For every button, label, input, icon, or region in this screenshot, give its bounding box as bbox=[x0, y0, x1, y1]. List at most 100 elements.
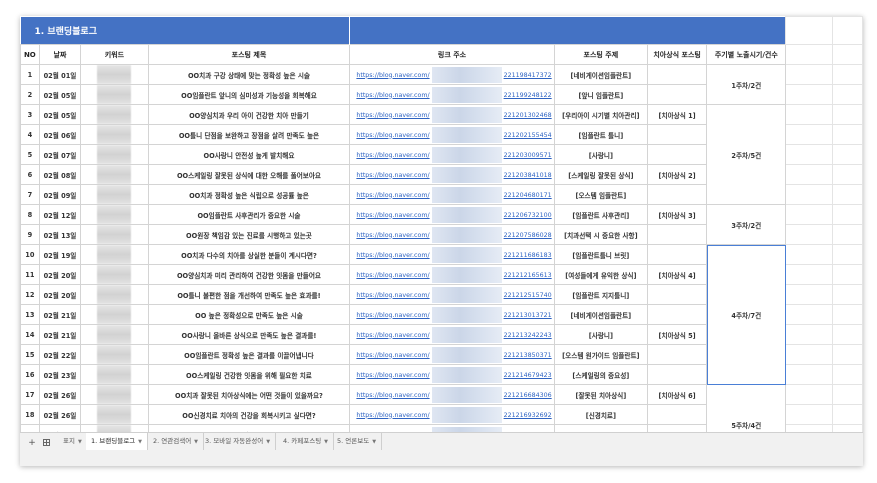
empty-cell[interactable] bbox=[785, 224, 833, 245]
row-keyword-redacted[interactable] bbox=[80, 184, 149, 205]
row-dental-post[interactable] bbox=[647, 84, 708, 105]
chevron-down-icon[interactable]: ▼ bbox=[266, 439, 270, 445]
empty-cell[interactable] bbox=[785, 424, 833, 432]
row-topic[interactable]: [오스템 원가이드 임플란트] bbox=[553, 344, 649, 365]
row-dental-post[interactable] bbox=[647, 364, 708, 385]
link-prefix[interactable]: https://blog.naver.com/ bbox=[356, 232, 429, 239]
link-prefix[interactable]: https://blog.naver.com/ bbox=[356, 392, 429, 399]
empty-cell[interactable] bbox=[785, 204, 833, 225]
row-post-title[interactable]: OO임플란트 앞니의 심미성과 기능성을 회복해요 bbox=[147, 84, 351, 105]
row-dental-post[interactable] bbox=[647, 64, 708, 85]
empty-cell[interactable] bbox=[831, 424, 863, 432]
row-post-title[interactable]: OO치과 잘못된 치아상식에는 어떤 것들이 있을까요? bbox=[147, 384, 351, 405]
empty-cell[interactable] bbox=[785, 384, 833, 405]
row-dental-post[interactable] bbox=[647, 344, 708, 365]
row-link[interactable]: https://blog.naver.com/221211686183 bbox=[349, 244, 555, 265]
link-prefix[interactable]: https://blog.naver.com/ bbox=[356, 372, 429, 379]
row-date[interactable]: 02월 05일 bbox=[38, 104, 82, 125]
row-link[interactable]: https://blog.naver.com/221214679423 bbox=[349, 364, 555, 385]
link-post-id[interactable]: 221216684306 bbox=[504, 392, 552, 399]
row-post-title[interactable]: OO치과 다수의 치아를 상실한 분들이 계시다면? bbox=[147, 244, 351, 265]
row-dental-post[interactable] bbox=[647, 404, 708, 425]
row-link[interactable]: https://blog.naver.com/221217553825 bbox=[349, 424, 555, 432]
row-date[interactable]: 02월 21일 bbox=[38, 324, 82, 345]
period-cell[interactable]: 2주차/5건 bbox=[706, 104, 787, 205]
link-prefix[interactable]: https://blog.naver.com/ bbox=[356, 72, 429, 79]
empty-cell[interactable] bbox=[831, 384, 863, 405]
row-topic[interactable]: [스케일링의 중요성] bbox=[553, 364, 649, 385]
row-topic[interactable]: [앞니 임플란트] bbox=[553, 84, 649, 105]
row-keyword-redacted[interactable] bbox=[80, 264, 149, 285]
col-header-post-title[interactable]: 포스팅 제목 bbox=[147, 44, 351, 65]
empty-cell[interactable] bbox=[785, 304, 833, 325]
empty-cell[interactable] bbox=[785, 324, 833, 345]
link-prefix[interactable]: https://blog.naver.com/ bbox=[356, 172, 429, 179]
row-dental-post[interactable]: [치아상식 3] bbox=[647, 204, 708, 225]
row-date[interactable]: 02월 06일 bbox=[38, 124, 82, 145]
empty-cell[interactable] bbox=[831, 304, 863, 325]
row-dental-post[interactable] bbox=[647, 304, 708, 325]
empty-cell[interactable] bbox=[831, 364, 863, 385]
row-date[interactable]: 02월 26일 bbox=[38, 384, 82, 405]
link-post-id[interactable]: 221213242243 bbox=[504, 332, 552, 339]
row-keyword-redacted[interactable] bbox=[80, 384, 149, 405]
row-post-title[interactable]: OO치과 정확성 높은 식립으로 성공률 높은 bbox=[147, 184, 351, 205]
row-link[interactable]: https://blog.naver.com/221202155454 bbox=[349, 124, 555, 145]
col-header-period[interactable]: 주기별 노출시기/건수 bbox=[706, 44, 787, 65]
row-link[interactable]: https://blog.naver.com/221201302468 bbox=[349, 104, 555, 125]
row-link[interactable]: https://blog.naver.com/221203841018 bbox=[349, 164, 555, 185]
row-keyword-redacted[interactable] bbox=[80, 104, 149, 125]
row-number[interactable]: 9 bbox=[20, 224, 40, 245]
row-topic[interactable]: [임플란트 사후관리] bbox=[553, 204, 649, 225]
row-post-title[interactable]: OO스케일링 건강한 잇몸을 위해 필요한 치료 bbox=[147, 364, 351, 385]
row-post-title[interactable]: OO원장 책임감 있는 진료를 시행하고 있는곳 bbox=[147, 224, 351, 245]
empty-cell[interactable] bbox=[785, 264, 833, 285]
row-date[interactable]: 02월 08일 bbox=[38, 164, 82, 185]
row-post-title[interactable]: OO스케일링 잘못된 상식에 대한 오해를 풀어보아요 bbox=[147, 164, 351, 185]
row-number[interactable]: 15 bbox=[20, 344, 40, 365]
row-link[interactable]: https://blog.naver.com/221216684306 bbox=[349, 384, 555, 405]
row-dental-post[interactable] bbox=[647, 284, 708, 305]
row-number[interactable]: 16 bbox=[20, 364, 40, 385]
row-link[interactable]: https://blog.naver.com/221212165613 bbox=[349, 264, 555, 285]
row-keyword-redacted[interactable] bbox=[80, 304, 149, 325]
sheet-tab[interactable]: 4. 카페포스팅 ▼ bbox=[278, 433, 335, 450]
empty-cell[interactable] bbox=[831, 324, 863, 345]
link-post-id[interactable]: 221212165613 bbox=[504, 272, 552, 279]
empty-cell[interactable] bbox=[785, 104, 833, 125]
empty-cell[interactable] bbox=[785, 144, 833, 165]
row-date[interactable]: 02월 21일 bbox=[38, 304, 82, 325]
link-post-id[interactable]: 221199248122 bbox=[504, 92, 552, 99]
sheet-tab[interactable]: 1. 브랜딩블로그 ▼ bbox=[86, 433, 149, 450]
row-topic[interactable]: [신경치료] bbox=[553, 404, 649, 425]
empty-cell[interactable] bbox=[831, 284, 863, 305]
row-post-title[interactable]: OO임플란트 사후관리가 중요한 시술 bbox=[147, 204, 351, 225]
row-keyword-redacted[interactable] bbox=[80, 324, 149, 345]
row-topic[interactable]: [임플란트 지지틀니] bbox=[553, 284, 649, 305]
row-post-title[interactable]: OO사랑니 올바른 상식으로 만족도 높은 결과를! bbox=[147, 324, 351, 345]
row-topic[interactable]: [치과선택 시 중요한 사항] bbox=[553, 224, 649, 245]
empty-cell[interactable] bbox=[831, 404, 863, 425]
row-date[interactable]: 02월 07일 bbox=[38, 144, 82, 165]
row-number[interactable]: 10 bbox=[20, 244, 40, 265]
sheet-tab[interactable]: 3. 모바일 자동완성어 ▼ bbox=[200, 433, 277, 450]
link-post-id[interactable]: 221203009571 bbox=[504, 152, 552, 159]
row-number[interactable]: 5 bbox=[20, 144, 40, 165]
link-post-id[interactable]: 221213013721 bbox=[504, 312, 552, 319]
row-topic[interactable]: [임플란트틀니 브릿] bbox=[553, 244, 649, 265]
link-prefix[interactable]: https://blog.naver.com/ bbox=[356, 412, 429, 419]
empty-cell[interactable] bbox=[785, 164, 833, 185]
empty-cell[interactable] bbox=[831, 184, 863, 205]
row-number[interactable]: 17 bbox=[20, 384, 40, 405]
empty-cell[interactable] bbox=[785, 364, 833, 385]
empty-cell[interactable] bbox=[785, 404, 833, 425]
row-keyword-redacted[interactable] bbox=[80, 204, 149, 225]
row-post-title[interactable]: OO틀니 불편한 점을 개선하여 만족도 높은 효과를! bbox=[147, 284, 351, 305]
link-post-id[interactable]: 221214679423 bbox=[504, 372, 552, 379]
row-date[interactable]: 02월 20일 bbox=[38, 284, 82, 305]
empty-cell[interactable] bbox=[831, 244, 863, 265]
empty-cell[interactable] bbox=[785, 124, 833, 145]
row-topic[interactable]: [사랑니] bbox=[553, 324, 649, 345]
row-dental-post[interactable] bbox=[647, 424, 708, 432]
link-post-id[interactable]: 221204680171 bbox=[504, 192, 552, 199]
